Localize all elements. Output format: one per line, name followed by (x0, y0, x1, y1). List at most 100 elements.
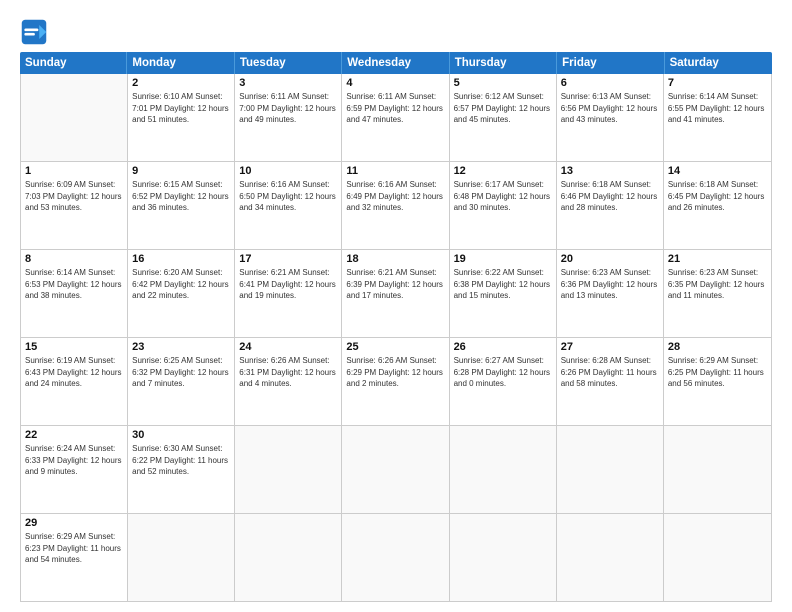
day-number: 18 (346, 253, 444, 265)
empty-cell (342, 426, 449, 513)
day-info: Sunrise: 6:22 AM Sunset: 6:38 PM Dayligh… (454, 267, 552, 302)
day-number: 24 (239, 341, 337, 353)
day-number: 13 (561, 165, 659, 177)
day-cell-9: 9 Sunrise: 6:15 AM Sunset: 6:52 PM Daylig… (128, 162, 235, 249)
day-cell-7: 7 Sunrise: 6:14 AM Sunset: 6:55 PM Daylig… (664, 74, 771, 161)
day-number: 9 (132, 165, 230, 177)
day-cell-4: 4 Sunrise: 6:11 AM Sunset: 6:59 PM Daylig… (342, 74, 449, 161)
day-info: Sunrise: 6:27 AM Sunset: 6:28 PM Dayligh… (454, 355, 552, 390)
day-info: Sunrise: 6:12 AM Sunset: 6:57 PM Dayligh… (454, 91, 552, 126)
day-info: Sunrise: 6:18 AM Sunset: 6:46 PM Dayligh… (561, 179, 659, 214)
empty-cell (21, 74, 128, 161)
calendar-body: 2 Sunrise: 6:10 AM Sunset: 7:01 PM Daylig… (20, 74, 772, 602)
day-cell-26: 26 Sunrise: 6:27 AM Sunset: 6:28 PM Dayli… (450, 338, 557, 425)
day-number: 8 (25, 253, 123, 265)
empty-cell (235, 514, 342, 601)
empty-cell (235, 426, 342, 513)
day-info: Sunrise: 6:21 AM Sunset: 6:39 PM Dayligh… (346, 267, 444, 302)
day-cell-19: 19 Sunrise: 6:22 AM Sunset: 6:38 PM Dayli… (450, 250, 557, 337)
day-info: Sunrise: 6:14 AM Sunset: 6:53 PM Dayligh… (25, 267, 123, 302)
empty-cell (557, 426, 664, 513)
day-cell-3: 3Sunrise: 6:11 AM Sunset: 7:00 PM Daylig… (235, 74, 342, 161)
day-number: 25 (346, 341, 444, 353)
empty-cell (342, 514, 449, 601)
empty-cell (664, 426, 771, 513)
day-cell-12: 12 Sunrise: 6:17 AM Sunset: 6:48 PM Dayli… (450, 162, 557, 249)
day-cell-30: 30Sunrise: 6:30 AM Sunset: 6:22 PM Dayli… (128, 426, 235, 513)
day-header-thursday: Thursday (450, 52, 557, 74)
day-info: Sunrise: 6:10 AM Sunset: 7:01 PM Dayligh… (132, 91, 230, 126)
day-info: Sunrise: 6:23 AM Sunset: 6:36 PM Dayligh… (561, 267, 659, 302)
day-cell-20: 20 Sunrise: 6:23 AM Sunset: 6:36 PM Dayli… (557, 250, 664, 337)
page-header (20, 18, 772, 46)
calendar-row: 22 Sunrise: 6:24 AM Sunset: 6:33 PM Dayli… (21, 426, 771, 514)
day-info: Sunrise: 6:25 AM Sunset: 6:32 PM Dayligh… (132, 355, 230, 390)
day-cell-14: 14Sunrise: 6:18 AM Sunset: 6:45 PM Dayli… (664, 162, 771, 249)
day-info: Sunrise: 6:18 AM Sunset: 6:45 PM Dayligh… (668, 179, 767, 214)
day-number: 28 (668, 341, 767, 353)
day-info: Sunrise: 6:13 AM Sunset: 6:56 PM Dayligh… (561, 91, 659, 126)
calendar-row: 8 Sunrise: 6:14 AM Sunset: 6:53 PM Daylig… (21, 250, 771, 338)
day-cell-27: 27 Sunrise: 6:28 AM Sunset: 6:26 PM Dayli… (557, 338, 664, 425)
day-number: 22 (25, 429, 123, 441)
calendar-row: 1 Sunrise: 6:09 AM Sunset: 7:03 PM Daylig… (21, 162, 771, 250)
logo (20, 18, 52, 46)
day-info: Sunrise: 6:16 AM Sunset: 6:49 PM Dayligh… (346, 179, 444, 214)
day-info: Sunrise: 6:26 AM Sunset: 6:29 PM Dayligh… (346, 355, 444, 390)
day-cell-17: 17 Sunrise: 6:21 AM Sunset: 6:41 PM Dayli… (235, 250, 342, 337)
day-info: Sunrise: 6:20 AM Sunset: 6:42 PM Dayligh… (132, 267, 230, 302)
day-number: 17 (239, 253, 337, 265)
day-cell-23: 23 Sunrise: 6:25 AM Sunset: 6:32 PM Dayli… (128, 338, 235, 425)
day-header-saturday: Saturday (665, 52, 772, 74)
day-info: Sunrise: 6:26 AM Sunset: 6:31 PM Dayligh… (239, 355, 337, 390)
day-info: Sunrise: 6:09 AM Sunset: 7:03 PM Dayligh… (25, 179, 123, 214)
day-cell-2: 2 Sunrise: 6:10 AM Sunset: 7:01 PM Daylig… (128, 74, 235, 161)
day-number: 5 (454, 77, 552, 89)
day-number: 4 (346, 77, 444, 89)
day-number: 19 (454, 253, 552, 265)
empty-cell (450, 426, 557, 513)
day-info: Sunrise: 6:14 AM Sunset: 6:55 PM Dayligh… (668, 91, 767, 126)
day-number: 23 (132, 341, 230, 353)
day-info: Sunrise: 6:24 AM Sunset: 6:33 PM Dayligh… (25, 443, 123, 478)
day-number: 30 (132, 429, 230, 441)
empty-cell (557, 514, 664, 601)
empty-cell (128, 514, 235, 601)
day-cell-16: 16 Sunrise: 6:20 AM Sunset: 6:42 PM Dayli… (128, 250, 235, 337)
day-cell-25: 25 Sunrise: 6:26 AM Sunset: 6:29 PM Dayli… (342, 338, 449, 425)
day-cell-13: 13 Sunrise: 6:18 AM Sunset: 6:46 PM Dayli… (557, 162, 664, 249)
day-number: 12 (454, 165, 552, 177)
day-info: Sunrise: 6:11 AM Sunset: 6:59 PM Dayligh… (346, 91, 444, 126)
day-number: 26 (454, 341, 552, 353)
day-number: 29 (25, 517, 123, 529)
day-info: Sunrise: 6:29 AM Sunset: 6:25 PM Dayligh… (668, 355, 767, 390)
day-number: 3 (239, 77, 337, 89)
empty-cell (664, 514, 771, 601)
day-cell-10: 10Sunrise: 6:16 AM Sunset: 6:50 PM Dayli… (235, 162, 342, 249)
day-cell-1: 1 Sunrise: 6:09 AM Sunset: 7:03 PM Daylig… (21, 162, 128, 249)
day-number: 20 (561, 253, 659, 265)
day-header-friday: Friday (557, 52, 664, 74)
empty-cell (450, 514, 557, 601)
day-number: 27 (561, 341, 659, 353)
day-cell-5: 5 Sunrise: 6:12 AM Sunset: 6:57 PM Daylig… (450, 74, 557, 161)
day-cell-21: 21Sunrise: 6:23 AM Sunset: 6:35 PM Dayli… (664, 250, 771, 337)
day-number: 1 (25, 165, 123, 177)
day-number: 21 (668, 253, 767, 265)
day-info: Sunrise: 6:28 AM Sunset: 6:26 PM Dayligh… (561, 355, 659, 390)
day-cell-18: 18 Sunrise: 6:21 AM Sunset: 6:39 PM Dayli… (342, 250, 449, 337)
day-number: 2 (132, 77, 230, 89)
day-info: Sunrise: 6:17 AM Sunset: 6:48 PM Dayligh… (454, 179, 552, 214)
calendar: SundayMondayTuesdayWednesdayThursdayFrid… (20, 52, 772, 602)
day-number: 7 (668, 77, 767, 89)
calendar-row: 29 Sunrise: 6:29 AM Sunset: 6:23 PM Dayli… (21, 514, 771, 601)
day-info: Sunrise: 6:29 AM Sunset: 6:23 PM Dayligh… (25, 531, 123, 566)
day-info: Sunrise: 6:15 AM Sunset: 6:52 PM Dayligh… (132, 179, 230, 214)
day-info: Sunrise: 6:21 AM Sunset: 6:41 PM Dayligh… (239, 267, 337, 302)
day-cell-6: 6Sunrise: 6:13 AM Sunset: 6:56 PM Daylig… (557, 74, 664, 161)
calendar-header: SundayMondayTuesdayWednesdayThursdayFrid… (20, 52, 772, 74)
day-number: 16 (132, 253, 230, 265)
day-number: 11 (346, 165, 444, 177)
day-cell-15: 15Sunrise: 6:19 AM Sunset: 6:43 PM Dayli… (21, 338, 128, 425)
day-info: Sunrise: 6:19 AM Sunset: 6:43 PM Dayligh… (25, 355, 123, 390)
